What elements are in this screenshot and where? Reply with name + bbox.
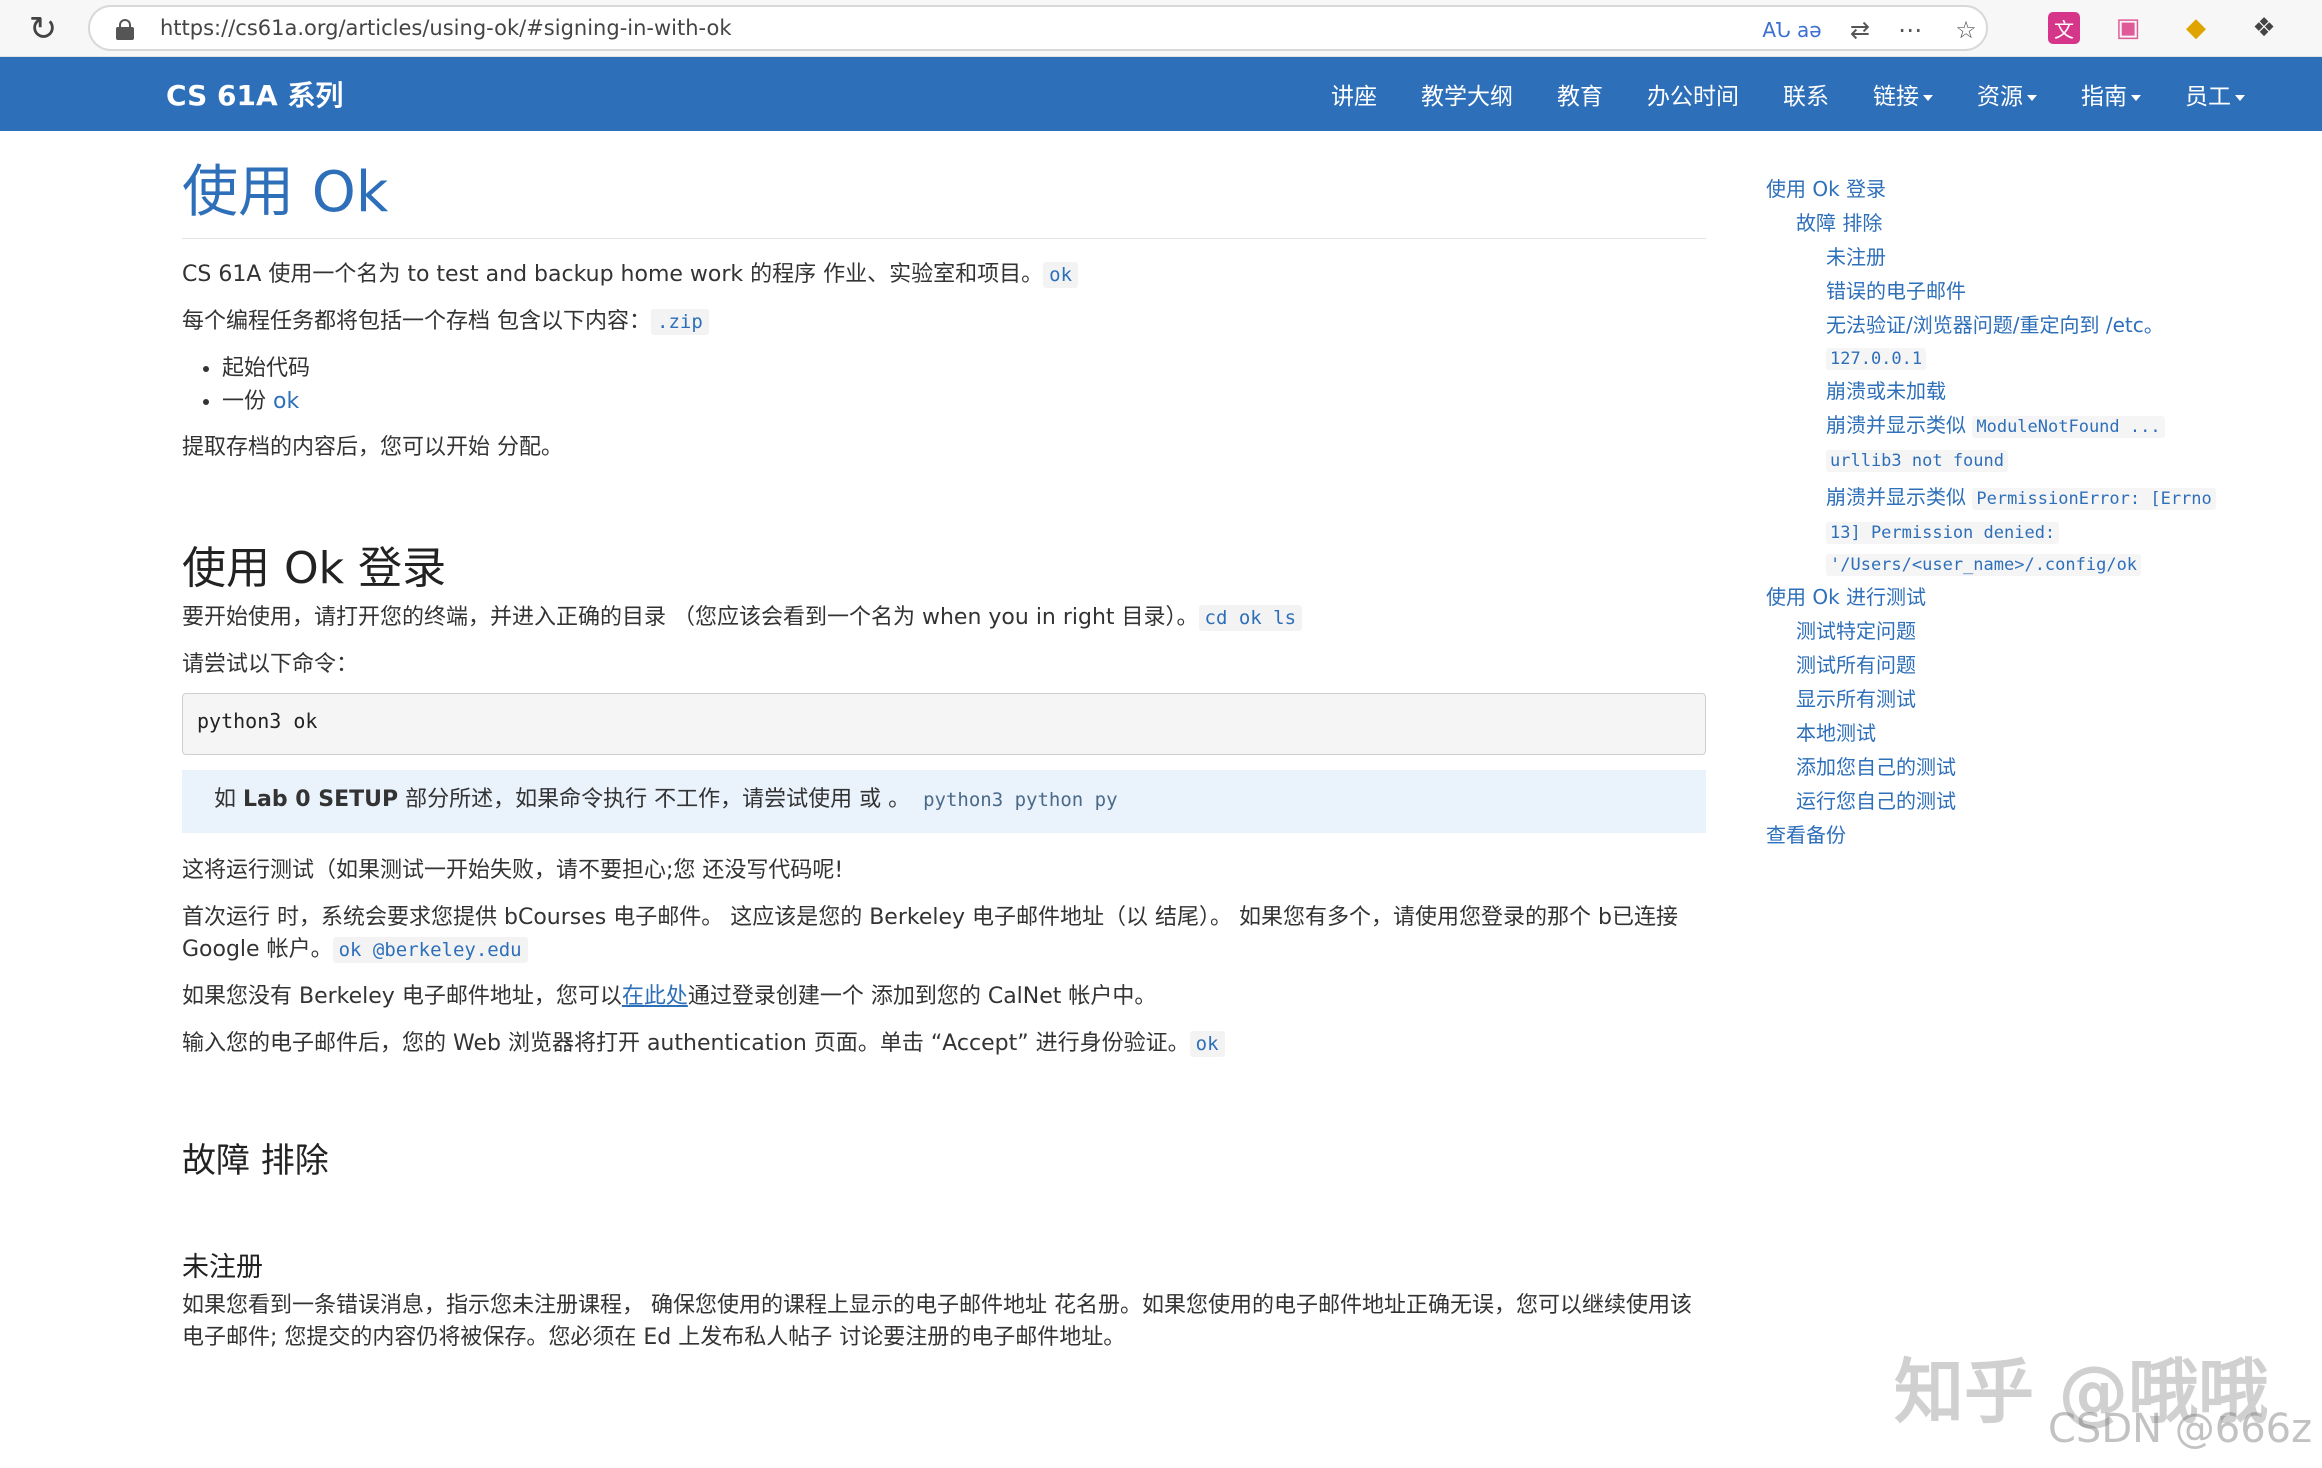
signin-paragraph-1: 要开始使用，请打开您的终端，并进入正确的目录 （您应该会看到一个名为 when … xyxy=(182,602,1706,634)
intro-paragraph-3: 提取存档的内容后，您可以开始 分配。 xyxy=(182,432,1706,464)
page-title: 使用 Ok xyxy=(182,158,1706,239)
reload-icon[interactable]: ↻ xyxy=(22,10,64,48)
list-item: 一份 ok xyxy=(222,385,1706,418)
note-box: 如 Lab 0 SETUP 部分所述，如果命令执行 不工作，请尝试使用 或 。 … xyxy=(182,770,1706,833)
toc-item-crash-module-code[interactable]: urllib3 not found xyxy=(1826,444,2236,476)
archive-contents-list: 起始代码 一份 ok xyxy=(222,352,1706,418)
not-enrolled-paragraph: 如果您看到一条错误消息，指示您未注册课程， 确保您使用的课程上显示的电子邮件地址… xyxy=(182,1290,1706,1354)
toc-item-signin[interactable]: 使用 Ok 登录 xyxy=(1766,172,2236,206)
inline-code: cd ok ls xyxy=(1199,605,1303,631)
toc-item-show-all[interactable]: 显示所有测试 xyxy=(1796,682,2236,716)
toc-item-crash-permission-code[interactable]: 13] Permission denied: xyxy=(1826,516,2236,548)
inline-code: .zip xyxy=(651,309,709,335)
section-heading-troubleshooting: 故障 排除 xyxy=(182,1138,1706,1184)
list-item: 起始代码 xyxy=(222,352,1706,385)
toc-item-not-enrolled[interactable]: 未注册 xyxy=(1826,240,2236,274)
toc-item-crash-permission-path[interactable]: '/Users/<user_name>/.config/ok xyxy=(1826,548,2236,580)
toc-item-crash-permission[interactable]: 崩溃并显示类似 PermissionError: [Errno xyxy=(1826,480,2236,516)
nav-item-label: 员工 xyxy=(2185,84,2231,110)
intro-paragraph-2: 每个编程任务都将包括一个存档 包含以下内容：.zip xyxy=(182,306,1706,338)
code-block: python3 ok xyxy=(182,693,1706,755)
article-content: 使用 Ok CS 61A 使用一个名为 to test and backup h… xyxy=(182,131,1706,1354)
caret-down-icon xyxy=(1923,95,1933,101)
inline-code: ok xyxy=(1043,262,1078,288)
video-extension-icon[interactable]: ▣ xyxy=(2112,12,2144,44)
nav-menu: 讲座 教学大纲 教育 办公时间 联系 链接 资源 指南 员工 xyxy=(1287,57,2245,131)
toc-item-view-backups[interactable]: 查看备份 xyxy=(1766,818,2236,852)
toc-item-wrong-email[interactable]: 错误的电子邮件 xyxy=(1826,274,2236,308)
nav-item-guides-dropdown[interactable]: 指南 xyxy=(2081,77,2141,111)
signin-paragraph-3: 这将运行测试（如果测试一开始失败，请不要担心;您 还没写代码呢! xyxy=(182,855,1706,887)
caret-down-icon xyxy=(2131,95,2141,101)
translate-extension-icon[interactable]: 文 xyxy=(2048,12,2080,44)
more-icon[interactable]: ⋯ xyxy=(1892,13,1928,47)
caret-down-icon xyxy=(2027,95,2037,101)
lock-icon[interactable] xyxy=(116,19,134,39)
translate-icon[interactable]: ⇄ xyxy=(1842,13,1878,47)
inline-code: ok @berkeley.edu xyxy=(333,937,528,963)
url-text[interactable]: https://cs61a.org/articles/using-ok/#sig… xyxy=(160,16,732,40)
nav-item-office-hours[interactable]: 办公时间 xyxy=(1647,77,1739,111)
nav-item-syllabus[interactable]: 教学大纲 xyxy=(1421,77,1513,111)
nav-item-label: 指南 xyxy=(2081,84,2127,110)
toc-item-troubleshooting[interactable]: 故障 排除 xyxy=(1796,206,2236,240)
nav-item-lectures[interactable]: 讲座 xyxy=(1331,77,1377,111)
csdn-watermark: CSDN @666z xyxy=(2048,1406,2312,1452)
toc-item-test-all[interactable]: 测试所有问题 xyxy=(1796,648,2236,682)
extensions-puzzle-icon[interactable]: ❖ xyxy=(2248,12,2280,44)
toc-item-add-own[interactable]: 添加您自己的测试 xyxy=(1796,750,2236,784)
tiger-extension-icon[interactable]: ◆ xyxy=(2180,12,2212,44)
intro-paragraph-1: CS 61A 使用一个名为 to test and backup home wo… xyxy=(182,259,1706,291)
section-heading-signin: 使用 Ok 登录 xyxy=(182,540,1706,598)
toc-item-crash-not-load[interactable]: 崩溃或未加载 xyxy=(1826,374,2236,408)
inline-code: python3 python py xyxy=(917,787,1123,813)
signin-paragraph-6: 输入您的电子邮件后，您的 Web 浏览器将打开 authentication 页… xyxy=(182,1028,1706,1060)
site-navbar: CS 61A 系列 讲座 教学大纲 教育 办公时间 联系 链接 资源 指南 员工 xyxy=(0,57,2322,131)
toc-item-run-own[interactable]: 运行您自己的测试 xyxy=(1796,784,2236,818)
nav-item-contact[interactable]: 联系 xyxy=(1783,77,1829,111)
note-bold-text: Lab 0 SETUP xyxy=(243,787,398,812)
table-of-contents: 使用 Ok 登录 故障 排除 未注册 错误的电子邮件 无法验证/浏览器问题/重定… xyxy=(1766,172,2236,852)
signin-paragraph-5: 如果您没有 Berkeley 电子邮件地址，您可以在此处通过登录创建一个 添加到… xyxy=(182,981,1706,1013)
toc-item-local-test[interactable]: 本地测试 xyxy=(1796,716,2236,750)
toc-item-test-specific[interactable]: 测试特定问题 xyxy=(1796,614,2236,648)
read-aloud-icon[interactable]: AՆ aə xyxy=(1762,13,1822,47)
nav-item-label: 资源 xyxy=(1977,84,2023,110)
favorite-star-icon[interactable]: ☆ xyxy=(1948,13,1984,47)
nav-item-links-dropdown[interactable]: 链接 xyxy=(1873,77,1933,111)
subsection-heading-not-enrolled: 未注册 xyxy=(182,1250,1706,1286)
toc-item-crash-module[interactable]: 崩溃并显示类似 ModuleNotFound ... xyxy=(1826,408,2236,444)
nav-item-resources-dropdown[interactable]: 资源 xyxy=(1977,77,2037,111)
signin-paragraph-4: 首次运行 时，系统会要求您提供 bCourses 电子邮件。 这应该是您的 Be… xyxy=(182,902,1706,966)
nav-item-staff-dropdown[interactable]: 员工 xyxy=(2185,77,2245,111)
toc-item-run-tests[interactable]: 使用 Ok 进行测试 xyxy=(1766,580,2236,614)
ok-link[interactable]: ok xyxy=(273,389,299,414)
inline-code: ok xyxy=(1190,1031,1225,1057)
address-bar[interactable]: https://cs61a.org/articles/using-ok/#sig… xyxy=(88,5,1988,51)
here-link[interactable]: 在此处 xyxy=(622,984,688,1009)
nav-item-education[interactable]: 教育 xyxy=(1557,77,1603,111)
browser-toolbar: ↻ https://cs61a.org/articles/using-ok/#s… xyxy=(0,0,2322,57)
caret-down-icon xyxy=(2235,95,2245,101)
toc-item-cannot-verify[interactable]: 无法验证/浏览器问题/重定向到 /etc。 xyxy=(1826,308,2236,342)
site-brand[interactable]: CS 61A 系列 xyxy=(166,74,343,114)
toc-item-cannot-verify-code[interactable]: 127.0.0.1 xyxy=(1826,342,2236,374)
nav-item-label: 链接 xyxy=(1873,84,1919,110)
signin-paragraph-2: 请尝试以下命令： xyxy=(182,649,1706,681)
